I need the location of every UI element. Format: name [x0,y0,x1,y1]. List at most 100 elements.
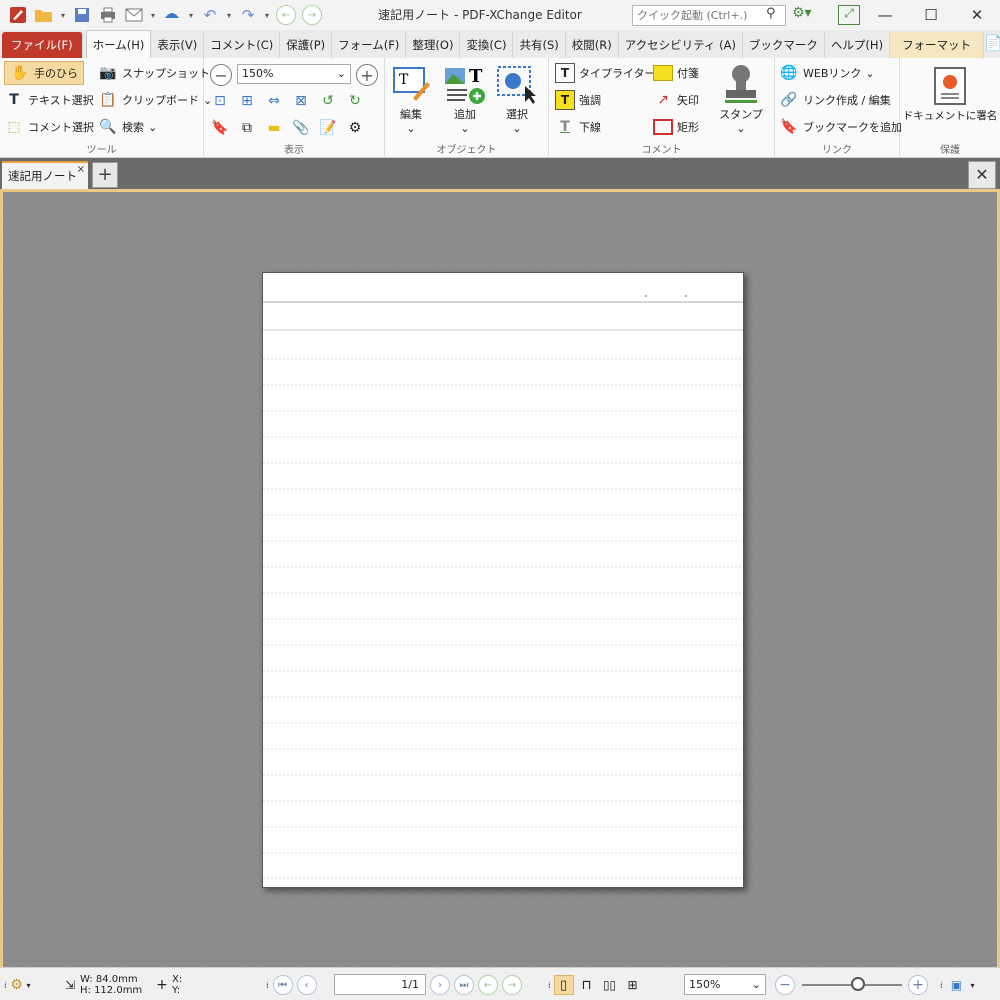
document-properties-icon[interactable]: 📄 [984,34,1000,58]
two-pages-icon[interactable]: ▯▯ [600,975,620,995]
actual-size-icon[interactable]: ⊡ [210,91,230,111]
chevron-down-icon: ▾ [26,980,31,990]
zoom-select[interactable]: 150% ⌄ [237,64,351,84]
zoom-out-status-button[interactable]: − [775,974,795,996]
back-icon[interactable]: ← [274,3,298,27]
save-icon[interactable] [70,3,94,27]
tab-form[interactable]: フォーム(F) [332,32,407,58]
close-button[interactable]: ✕ [954,0,1000,30]
attachments-icon[interactable]: 📎 [291,118,311,138]
bookmarks-icon[interactable]: 🔖 [210,118,230,138]
quick-launch-input[interactable] [632,5,786,26]
underline-button[interactable]: T 下線 [555,115,601,139]
edit-button[interactable]: T 編集 ⌄ [389,62,433,135]
snapshot-button[interactable]: 📷 スナップショット [98,61,210,85]
zoom-out-button[interactable]: − [210,64,232,86]
search-icon[interactable]: ⚲ [766,6,776,21]
scan-dropdown-icon[interactable]: ▾ [186,11,196,20]
comment-select-button[interactable]: ⬚ コメント選択 [4,115,94,139]
clipboard-button[interactable]: 📋 クリップボード ⌄ [98,88,212,112]
continuous-page-icon[interactable]: ⊓ [577,975,597,995]
zoom-level-select[interactable]: 150% ⌄ [684,974,766,995]
print-icon[interactable] [96,3,120,27]
scan-icon[interactable] [160,3,184,27]
history-back-button[interactable]: ← [478,975,498,995]
pdf-page[interactable] [262,272,744,888]
tab-help[interactable]: ヘルプ(H) [825,32,891,58]
fit-visible-icon[interactable]: ⊠ [291,91,311,111]
history-forward-button[interactable]: → [502,975,522,995]
email-dropdown-icon[interactable]: ▾ [148,11,158,20]
app-logo-icon[interactable] [6,3,30,27]
tab-protect[interactable]: 保護(P) [280,32,333,58]
maximize-button[interactable]: ☐ [908,0,954,30]
search-doc-icon: 🔍 [99,119,117,135]
minimize-button[interactable]: — [862,0,908,30]
undo-dropdown-icon[interactable]: ▾ [224,11,234,20]
settings-icon[interactable]: ⚙▾ [792,5,822,25]
new-tab-button[interactable]: + [92,162,118,188]
last-page-button[interactable]: ⏭ [454,975,474,995]
highlight-button[interactable]: T 強調 [555,88,601,112]
tab-format[interactable]: フォーマット [890,32,985,58]
tab-home[interactable]: ホーム(H) [85,30,152,58]
two-pages-continuous-icon[interactable]: ⊞ [623,975,643,995]
zoom-in-button[interactable]: + [356,64,378,86]
sign-document-button[interactable]: ドキュメントに署名 [903,64,997,123]
document-workspace[interactable] [0,192,1000,967]
document-tab[interactable]: 速記用ノート × [2,161,88,189]
fullscreen-icon[interactable]: ⤢ [838,5,860,25]
tab-bookmark[interactable]: ブックマーク [743,32,825,58]
fit-width-icon[interactable]: ⇔ [264,91,284,111]
tab-file[interactable]: ファイル(F) [2,32,83,58]
open-dropdown-icon[interactable]: ▾ [58,11,68,20]
add-bookmark-button[interactable]: 🔖 ブックマークを追加 [779,115,902,139]
rectangle-button[interactable]: 矩形 [653,115,699,139]
typewriter-button[interactable]: T タイプライター [555,61,656,85]
sticky-note-button[interactable]: 付箋 [653,61,699,85]
select-button[interactable]: 選択 ⌄ [495,62,539,135]
web-link-button[interactable]: 🌐 WEBリンク ⌄ [779,61,874,85]
tab-accessibility[interactable]: アクセシビリティ (A) [619,32,743,58]
redo-icon[interactable]: ↷ [236,3,260,27]
fit-page-icon[interactable]: ⊞ [237,91,257,111]
add-button[interactable]: T 追加 ⌄ [443,62,487,135]
properties-icon[interactable]: 📝 [318,118,338,138]
zoom-slider-handle[interactable] [851,977,865,991]
zoom-in-status-button[interactable]: + [908,974,928,996]
arrow-button[interactable]: ↗ 矢印 [653,88,699,112]
comments-icon[interactable]: ▬ [264,118,284,138]
chevron-down-icon[interactable]: ▾ [971,981,975,990]
close-document-button[interactable]: ✕ [968,161,996,189]
create-link-button[interactable]: 🔗 リンク作成 / 編集 [779,88,890,112]
rotate-left-icon[interactable]: ↺ [318,91,338,111]
forward-icon[interactable]: → [300,3,324,27]
tab-view[interactable]: 表示(V) [151,32,205,58]
email-icon[interactable] [122,3,146,27]
tab-close-icon[interactable]: × [77,164,85,175]
document-tab-bar: 速記用ノート × + ✕ [0,158,1000,192]
hand-tool-button[interactable]: ✋ 手のひら [4,61,84,85]
pages-icon[interactable]: ⧉ [237,118,257,138]
comment-select-icon: ⬚ [7,119,21,135]
first-page-button[interactable]: ⏮ [272,975,293,995]
page-number-input[interactable]: 1/1 [334,974,426,995]
next-page-button[interactable]: › [430,975,450,995]
prev-page-button[interactable]: ‹ [296,975,317,995]
search-button[interactable]: 🔍 検索 ⌄ [98,115,157,139]
tab-share[interactable]: 共有(S) [513,32,566,58]
tab-organize[interactable]: 整理(O) [406,32,461,58]
stamp-button[interactable]: スタンプ ⌄ [719,62,763,135]
view-settings-icon[interactable]: ⚙ [345,118,365,138]
tab-review[interactable]: 校閲(R) [566,32,619,58]
tab-comment[interactable]: コメント(C) [204,32,281,58]
redo-dropdown-icon[interactable]: ▾ [262,11,272,20]
text-select-button[interactable]: T テキスト選択 [4,88,93,112]
single-page-icon[interactable]: ▯ [553,975,574,995]
open-folder-icon[interactable] [32,3,56,27]
rotate-right-icon[interactable]: ↻ [345,91,365,111]
view-options-icon[interactable]: ▣ [947,975,967,995]
undo-icon[interactable]: ↶ [198,3,222,27]
status-menu-button[interactable]: ⁞ ⚙ ▾ [4,974,31,996]
tab-convert[interactable]: 変換(C) [460,32,514,58]
